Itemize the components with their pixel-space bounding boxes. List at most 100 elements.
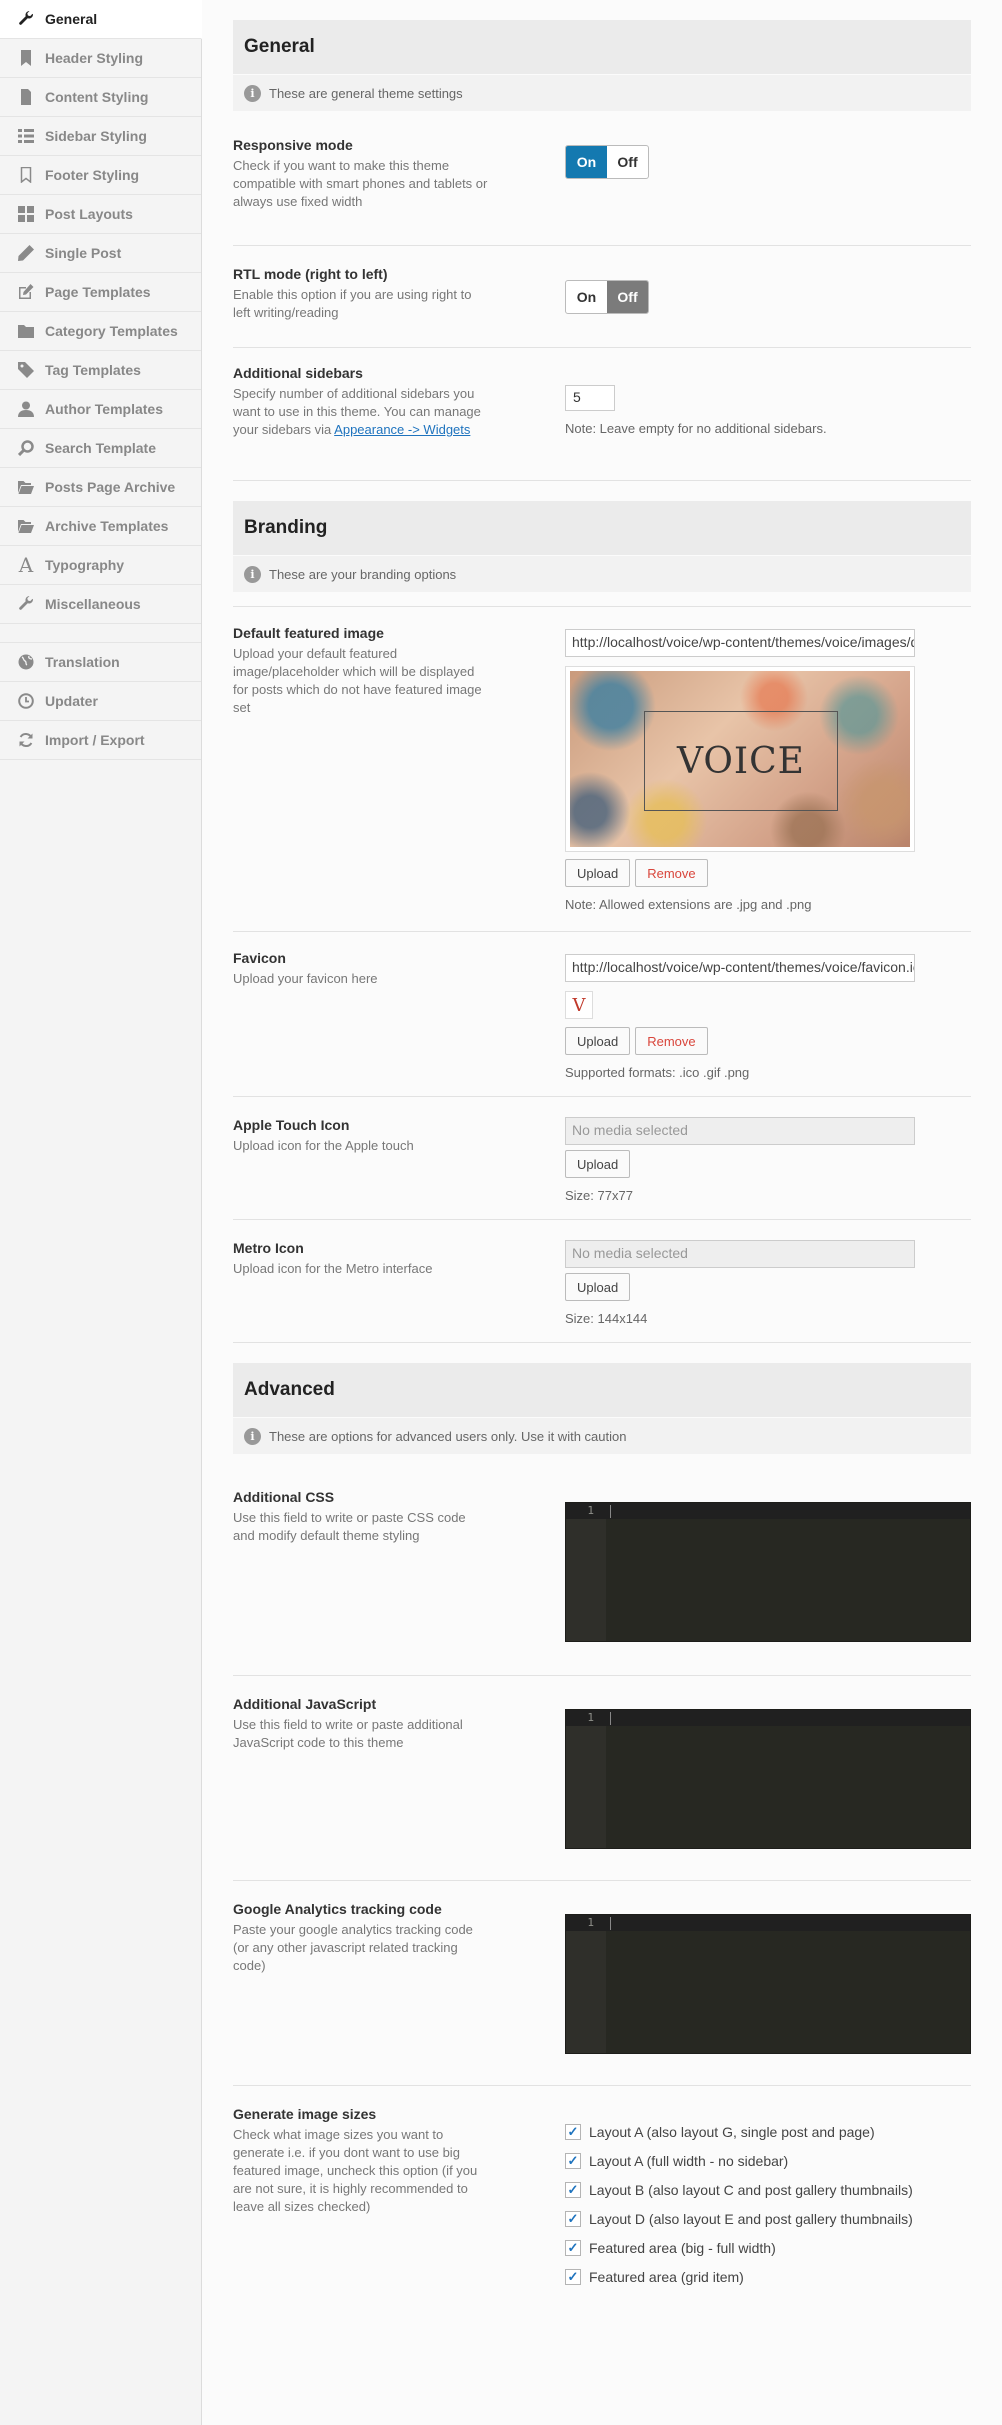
upload-button[interactable]: Upload	[565, 859, 631, 887]
folder-open-icon	[16, 477, 36, 497]
option-label: Generate image sizes	[233, 2106, 377, 2122]
rtl-toggle[interactable]: On Off	[565, 280, 649, 314]
nav-item-general[interactable]: General	[0, 0, 202, 39]
checkbox[interactable]: ✓	[565, 2210, 581, 2227]
nav-item-post-layouts[interactable]: Post Layouts	[0, 195, 201, 234]
option-description: Upload icon for the Metro interface	[233, 1261, 433, 1276]
image-size-option[interactable]: ✓ Featured area (grid item)	[565, 2262, 913, 2291]
upload-button[interactable]: Upload	[565, 1027, 631, 1055]
nav-item-updater[interactable]: Updater	[0, 682, 201, 721]
image-size-option[interactable]: ✓ Layout A (also layout G, single post an…	[565, 2117, 913, 2146]
voice-logo-text: VOICE	[644, 711, 838, 811]
checkbox[interactable]: ✓	[565, 2239, 581, 2256]
nav-item-content-styling[interactable]: Content Styling	[0, 78, 201, 117]
nav-item-label: Single Post	[45, 245, 122, 261]
line-number: 1	[587, 1711, 594, 1724]
checkbox[interactable]: ✓	[565, 2181, 581, 2198]
appearance-widgets-link[interactable]: Appearance -> Widgets	[334, 422, 470, 437]
section-info-branding: i These are your branding options	[233, 556, 971, 592]
image-size-option[interactable]: ✓ Featured area (big - full width)	[565, 2233, 913, 2262]
nav-item-label: Search Template	[45, 440, 157, 456]
responsive-toggle[interactable]: On Off	[565, 145, 649, 179]
nav-item-search-template[interactable]: Search Template	[0, 429, 201, 468]
info-text: These are options for advanced users onl…	[269, 1428, 627, 1444]
list-icon	[16, 126, 36, 146]
checkbox[interactable]: ✓	[565, 2268, 581, 2285]
option-label: Additional CSS	[233, 1489, 335, 1505]
nav-item-label: General	[45, 11, 98, 27]
option-description: Upload your favicon here	[233, 971, 378, 986]
globe-icon	[16, 652, 36, 672]
nav-item-posts-page-archive[interactable]: Posts Page Archive	[0, 468, 201, 507]
option-note: Size: 144x144	[565, 1311, 648, 1326]
option-additional-javascript: Additional JavaScript Use this field to …	[233, 1676, 971, 1881]
analytics-code-editor[interactable]: 1	[565, 1914, 971, 2054]
sidebars-count-input[interactable]: 5	[565, 385, 615, 411]
css-code-editor[interactable]: 1	[565, 1502, 971, 1642]
nav-item-header-styling[interactable]: Header Styling	[0, 39, 201, 78]
clock-icon	[16, 691, 36, 711]
pencil-icon	[16, 243, 36, 263]
toggle-off[interactable]: Off	[607, 146, 648, 178]
checkbox[interactable]: ✓	[565, 2152, 581, 2169]
option-description: Use this field to write or paste additio…	[233, 1717, 463, 1750]
nav-item-miscellaneous[interactable]: Miscellaneous	[0, 585, 201, 624]
folder-icon	[16, 321, 36, 341]
option-description: Check if you want to make this theme com…	[233, 158, 488, 209]
nav-item-label: Footer Styling	[45, 167, 140, 183]
image-size-option[interactable]: ✓ Layout A (full width - no sidebar)	[565, 2146, 913, 2175]
option-description: Enable this option if you are using righ…	[233, 287, 472, 320]
upload-button[interactable]: Upload	[565, 1150, 631, 1178]
image-size-option[interactable]: ✓ Layout B (also layout C and post galler…	[565, 2175, 913, 2204]
nav-item-footer-styling[interactable]: Footer Styling	[0, 156, 201, 195]
metro-icon-input[interactable]: No media selected	[565, 1240, 915, 1268]
settings-panel: General i These are general theme settin…	[233, 20, 971, 2306]
nav-item-translation[interactable]: Translation	[0, 643, 201, 682]
toggle-on[interactable]: On	[566, 281, 607, 313]
image-size-option[interactable]: ✓ Layout D (also layout E and post galler…	[565, 2204, 913, 2233]
nav-item-category-templates[interactable]: Category Templates	[0, 312, 201, 351]
info-text: These are general theme settings	[269, 85, 463, 101]
option-description: Upload your default featured image/place…	[233, 646, 482, 715]
section-info-advanced: i These are options for advanced users o…	[233, 1418, 971, 1454]
toggle-on[interactable]: On	[566, 146, 607, 178]
javascript-code-editor[interactable]: 1	[565, 1709, 971, 1849]
option-label: Responsive mode	[233, 137, 353, 153]
option-description: Paste your google analytics tracking cod…	[233, 1922, 473, 1973]
folder-open-icon	[16, 516, 36, 536]
option-label: RTL mode (right to left)	[233, 266, 388, 282]
upload-button[interactable]: Upload	[565, 1273, 631, 1301]
apple-icon-input[interactable]: No media selected	[565, 1117, 915, 1145]
option-responsive-mode: Responsive mode Check if you want to mak…	[233, 111, 971, 246]
featured-image-url-input[interactable]: http://localhost/voice/wp-content/themes…	[565, 629, 915, 657]
toggle-off[interactable]: Off	[607, 281, 648, 313]
option-description: Upload icon for the Apple touch	[233, 1138, 414, 1153]
option-google-analytics: Google Analytics tracking code Paste you…	[233, 1881, 971, 2086]
nav-item-label: Typography	[45, 557, 125, 573]
nav-item-import-export[interactable]: Import / Export	[0, 721, 201, 760]
option-label: Additional JavaScript	[233, 1696, 377, 1712]
nav-item-label: Header Styling	[45, 50, 144, 66]
favicon-preview: V	[565, 991, 593, 1019]
option-note: Note: Allowed extensions are .jpg and .p…	[565, 897, 812, 912]
nav-item-single-post[interactable]: Single Post	[0, 234, 201, 273]
nav-item-page-templates[interactable]: Page Templates	[0, 273, 201, 312]
option-description: Specify number of additional sidebars yo…	[233, 386, 481, 437]
favicon-url-input[interactable]: http://localhost/voice/wp-content/themes…	[565, 954, 915, 982]
nav-item-label: Archive Templates	[45, 518, 169, 534]
section-title-branding: Branding	[233, 501, 971, 555]
option-description: Use this field to write or paste CSS cod…	[233, 1510, 466, 1543]
info-icon: i	[244, 1427, 261, 1445]
checkbox[interactable]: ✓	[565, 2123, 581, 2140]
nav-item-archive-templates[interactable]: Archive Templates	[0, 507, 201, 546]
remove-button[interactable]: Remove	[635, 1027, 708, 1055]
grid-icon	[16, 204, 36, 224]
option-description: Check what image sizes you want to gener…	[233, 2127, 478, 2214]
remove-button[interactable]: Remove	[635, 859, 708, 887]
nav-item-author-templates[interactable]: Author Templates	[0, 390, 201, 429]
featured-image-preview: VOICE	[565, 666, 915, 852]
nav-item-sidebar-styling[interactable]: Sidebar Styling	[0, 117, 201, 156]
nav-item-label: Tag Templates	[45, 362, 141, 378]
nav-item-typography[interactable]: A Typography	[0, 546, 201, 585]
nav-item-tag-templates[interactable]: Tag Templates	[0, 351, 201, 390]
